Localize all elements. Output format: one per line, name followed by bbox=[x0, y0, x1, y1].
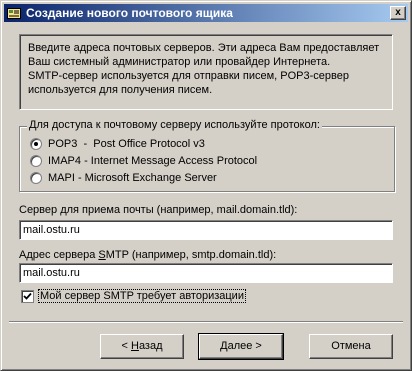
checkmark-icon bbox=[23, 292, 32, 300]
back-label: азад bbox=[138, 340, 163, 352]
next-arrow-icon: > bbox=[255, 340, 262, 352]
window-title: Создание нового почтового ящика bbox=[26, 6, 233, 20]
next-button[interactable]: Далее > bbox=[198, 333, 284, 360]
smtp-label-suffix: MTP (например, smtp.domain.tld): bbox=[105, 249, 277, 261]
smtp-auth-checkbox[interactable] bbox=[21, 289, 34, 303]
radio-imap4-label[interactable]: IMAP4 - Internet Message Access Protocol bbox=[48, 155, 257, 167]
dialog-window: Создание нового почтового ящика x Введит… bbox=[0, 0, 412, 371]
radio-mapi-label[interactable]: MAPI - Microsoft Exchange Server bbox=[48, 172, 217, 184]
smtp-label-prefix: Адрес сервера bbox=[19, 249, 99, 261]
smtp-auth-checkbox-row[interactable]: Мой сервер SMTP требует авторизации bbox=[21, 288, 246, 304]
title-bar[interactable]: Создание нового почтового ящика x bbox=[4, 4, 408, 22]
info-panel: Введите адреса почтовых серверов. Эти ад… bbox=[19, 34, 393, 110]
radio-imap4-indicator[interactable] bbox=[30, 155, 42, 167]
back-accel: Н bbox=[130, 340, 139, 352]
incoming-server-input[interactable] bbox=[19, 220, 393, 240]
radio-imap4[interactable]: IMAP4 - Internet Message Access Protocol bbox=[30, 153, 257, 169]
radio-pop3-indicator[interactable] bbox=[30, 138, 42, 150]
cancel-button[interactable]: Отмена bbox=[309, 334, 393, 359]
smtp-server-label: Адрес сервера SMTP (например, smtp.domai… bbox=[19, 249, 276, 261]
radio-mapi[interactable]: MAPI - Microsoft Exchange Server bbox=[30, 170, 217, 186]
close-button[interactable]: x bbox=[390, 6, 406, 20]
smtp-label-accel: S bbox=[98, 249, 106, 261]
mail-app-icon bbox=[7, 6, 21, 20]
protocol-group-legend: Для доступа к почтовому серверу использу… bbox=[27, 119, 322, 131]
close-icon: x bbox=[395, 7, 401, 18]
smtp-server-input[interactable] bbox=[19, 263, 393, 283]
next-accel: Д bbox=[220, 340, 228, 352]
button-separator bbox=[9, 321, 403, 323]
next-label: алее bbox=[227, 340, 253, 352]
incoming-server-label: Сервер для приема почты (например, mail.… bbox=[19, 204, 298, 216]
back-arrow-icon: < bbox=[121, 340, 128, 352]
back-button[interactable]: < Назад bbox=[100, 334, 184, 359]
smtp-auth-label[interactable]: Мой сервер SMTP требует авторизации bbox=[38, 289, 246, 303]
radio-mapi-indicator[interactable] bbox=[30, 172, 42, 184]
info-text: Введите адреса почтовых серверов. Эти ад… bbox=[28, 42, 380, 96]
protocol-group: Для доступа к почтовому серверу использу… bbox=[19, 119, 395, 192]
radio-pop3[interactable]: POP3 - Post Office Protocol v3 bbox=[30, 136, 205, 152]
radio-pop3-label[interactable]: POP3 - Post Office Protocol v3 bbox=[48, 138, 205, 150]
